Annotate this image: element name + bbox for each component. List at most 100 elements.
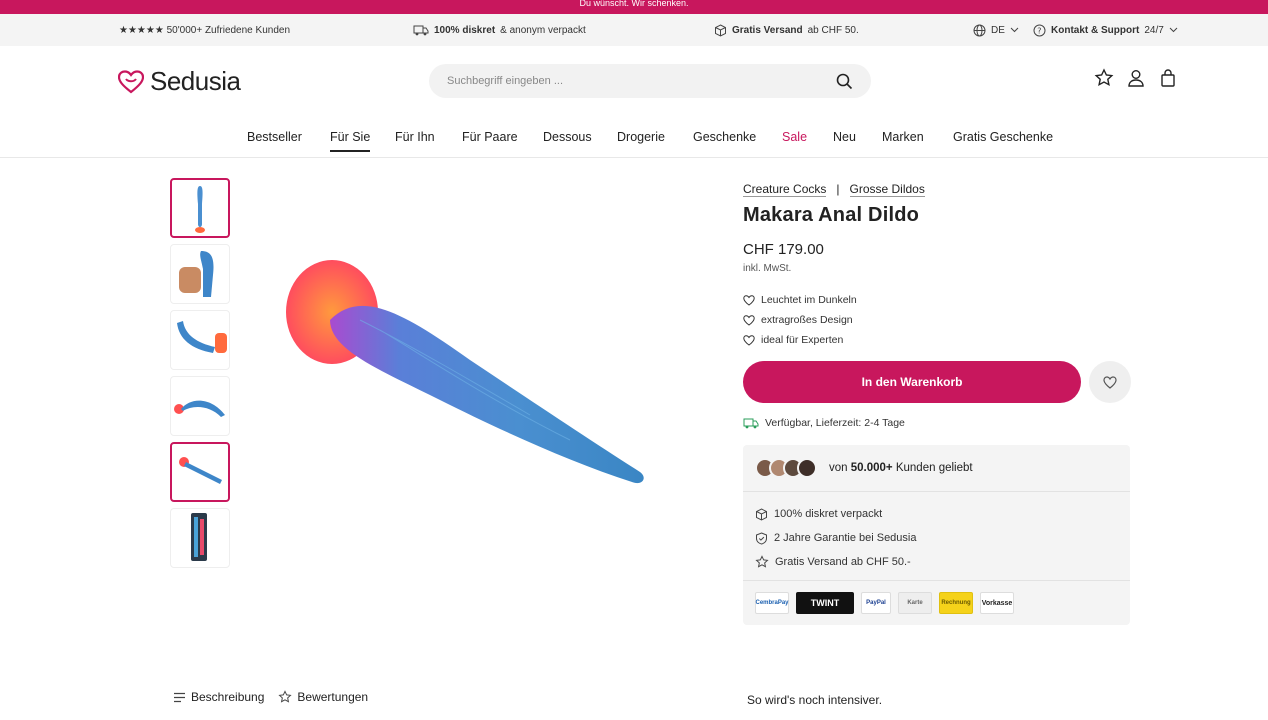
- nav-bestseller[interactable]: Bestseller: [247, 116, 302, 158]
- promo-banner: Du wünscht. Wir schenken.: [0, 0, 1268, 14]
- nav-fuer-sie[interactable]: Für Sie: [330, 116, 371, 158]
- star-icon: [278, 690, 292, 703]
- usp-discreet: 100% diskret & anonym verpackt: [413, 14, 586, 46]
- product-price: CHF 179.00: [743, 241, 824, 258]
- trust-box: von 50.000+ Kunden geliebt 100% diskret …: [743, 445, 1130, 625]
- breadcrumb: Creature Cocks | Grosse Dildos: [743, 182, 1131, 197]
- shield-check-icon: [756, 531, 767, 545]
- customer-love: von 50.000+ Kunden geliebt: [743, 445, 1130, 492]
- feature-item: ideal für Experten: [743, 330, 1131, 350]
- payment-vorkasse: Vorkasse: [980, 592, 1014, 614]
- feature-list: Leuchtet im Dunkeln extragroßes Design i…: [743, 290, 1131, 350]
- support-bold: Kontakt & Support: [1051, 24, 1140, 36]
- nav-geschenke[interactable]: Geschenke: [693, 116, 756, 158]
- main-navigation: Bestseller Für Sie Für Ihn Für Paare Des…: [0, 116, 1268, 158]
- support-rest: 24/7: [1144, 24, 1164, 36]
- thumbnail-6[interactable]: [170, 508, 230, 568]
- thumbnail-gallery: [170, 178, 230, 574]
- nav-gratis-geschenke[interactable]: Gratis Geschenke: [953, 116, 1053, 158]
- heart-logo-icon: [118, 69, 144, 93]
- logo[interactable]: Sedusia: [118, 66, 241, 97]
- truck-icon: [413, 25, 429, 35]
- heart-icon: [1103, 375, 1117, 389]
- usp-rating-text: ★★★★★ 50'000+ Zufriedene Kunden: [119, 24, 291, 36]
- tab-reviews-label: Bewertungen: [297, 690, 369, 704]
- box-icon: [756, 507, 767, 521]
- globe-icon: [973, 24, 986, 36]
- search-icon[interactable]: [836, 73, 853, 90]
- product-tabs: Beschreibung Bewertungen: [173, 690, 368, 704]
- search-bar[interactable]: [429, 64, 871, 98]
- availability-text: Verfügbar, Lieferzeit: 2-4 Tage: [765, 417, 905, 429]
- nav-drogerie[interactable]: Drogerie: [617, 116, 665, 158]
- user-icon[interactable]: [1126, 68, 1146, 88]
- star-wishlist-icon[interactable]: [1094, 68, 1114, 88]
- nav-fuer-paare[interactable]: Für Paare: [462, 116, 518, 158]
- language-selector[interactable]: DE: [973, 14, 1019, 46]
- box-icon: [715, 23, 726, 37]
- breadcrumb-separator: |: [836, 182, 840, 196]
- feature-item: extragroßes Design: [743, 310, 1131, 330]
- cart-icon[interactable]: [1158, 68, 1178, 88]
- product-info: Creature Cocks | Grosse Dildos Makara An…: [743, 178, 1131, 625]
- nav-neu[interactable]: Neu: [833, 116, 856, 158]
- feature-text: Leuchtet im Dunkeln: [761, 294, 857, 306]
- brand-link[interactable]: Creature Cocks: [743, 182, 827, 197]
- search-input[interactable]: [447, 75, 836, 87]
- avatar: [797, 458, 817, 478]
- add-to-cart-button[interactable]: In den Warenkorb: [743, 361, 1082, 403]
- svg-text:?: ?: [1037, 26, 1041, 35]
- heart-icon: [743, 294, 755, 306]
- tab-description[interactable]: Beschreibung: [173, 690, 264, 704]
- payment-invoice: Rechnung: [939, 592, 973, 614]
- chevron-down-icon: [1169, 27, 1178, 33]
- heart-icon: [743, 334, 755, 346]
- tab-reviews[interactable]: Bewertungen: [278, 690, 368, 704]
- trust-item-text: 2 Jahre Garantie bei Sedusia: [774, 532, 917, 544]
- trust-item: 100% diskret verpackt: [755, 502, 1118, 526]
- header-icons: [1094, 68, 1178, 88]
- trust-count: 50.000+: [850, 462, 893, 474]
- feature-text: ideal für Experten: [761, 334, 844, 346]
- trust-suffix: Kunden geliebt: [895, 462, 973, 474]
- lines-icon: [174, 692, 185, 702]
- trust-item: 2 Jahre Garantie bei Sedusia: [755, 526, 1118, 550]
- nav-marken[interactable]: Marken: [882, 116, 924, 158]
- trust-item: Gratis Versand ab CHF 50.-: [755, 550, 1118, 574]
- nav-fuer-ihn[interactable]: Für Ihn: [395, 116, 435, 158]
- feature-text: extragroßes Design: [761, 314, 853, 326]
- support-menu[interactable]: ? Kontakt & Support 24/7: [1033, 14, 1178, 46]
- upsell-title: So wird's noch intensiver.: [747, 693, 883, 707]
- product-main-image[interactable]: [270, 250, 660, 500]
- thumbnail-5[interactable]: [170, 442, 230, 502]
- nav-dessous[interactable]: Dessous: [543, 116, 592, 158]
- chevron-down-icon: [1010, 27, 1019, 33]
- tab-description-label: Beschreibung: [191, 690, 265, 704]
- usp-bar: ★★★★★ 50'000+ Zufriedene Kunden 100% dis…: [0, 14, 1268, 46]
- nav-sale[interactable]: Sale: [782, 116, 807, 158]
- trust-item-text: Gratis Versand ab CHF 50.-: [775, 556, 911, 568]
- wishlist-button[interactable]: [1089, 361, 1131, 403]
- thumbnail-1[interactable]: [170, 178, 230, 238]
- logo-text: Sedusia: [150, 66, 241, 96]
- star-icon: [755, 555, 769, 568]
- product-title: Makara Anal Dildo: [743, 204, 920, 226]
- thumbnail-4[interactable]: [170, 376, 230, 436]
- language-label: DE: [991, 24, 1005, 36]
- usp-shipping-rest: ab CHF 50.: [807, 24, 859, 36]
- usp-rating: ★★★★★ 50'000+ Zufriedene Kunden: [119, 14, 290, 46]
- category-link[interactable]: Grosse Dildos: [849, 182, 925, 197]
- truck-icon: [743, 418, 759, 428]
- usp-shipping: Gratis Versand ab CHF 50.: [714, 14, 859, 46]
- thumbnail-3[interactable]: [170, 310, 230, 370]
- heart-icon: [743, 314, 755, 326]
- promo-text: Du wünscht. Wir schenken.: [579, 0, 689, 8]
- payment-twint: TWINT: [796, 592, 854, 614]
- payment-paypal: PayPal: [861, 592, 891, 614]
- payment-methods: CembraPay TWINT PayPal Karte Rechnung Vo…: [743, 581, 1130, 625]
- cart-row: In den Warenkorb: [743, 361, 1131, 403]
- trust-item-text: 100% diskret verpackt: [774, 508, 883, 520]
- availability: Verfügbar, Lieferzeit: 2-4 Tage: [743, 417, 1131, 429]
- payment-cembrapay: CembraPay: [755, 592, 789, 614]
- thumbnail-2[interactable]: [170, 244, 230, 304]
